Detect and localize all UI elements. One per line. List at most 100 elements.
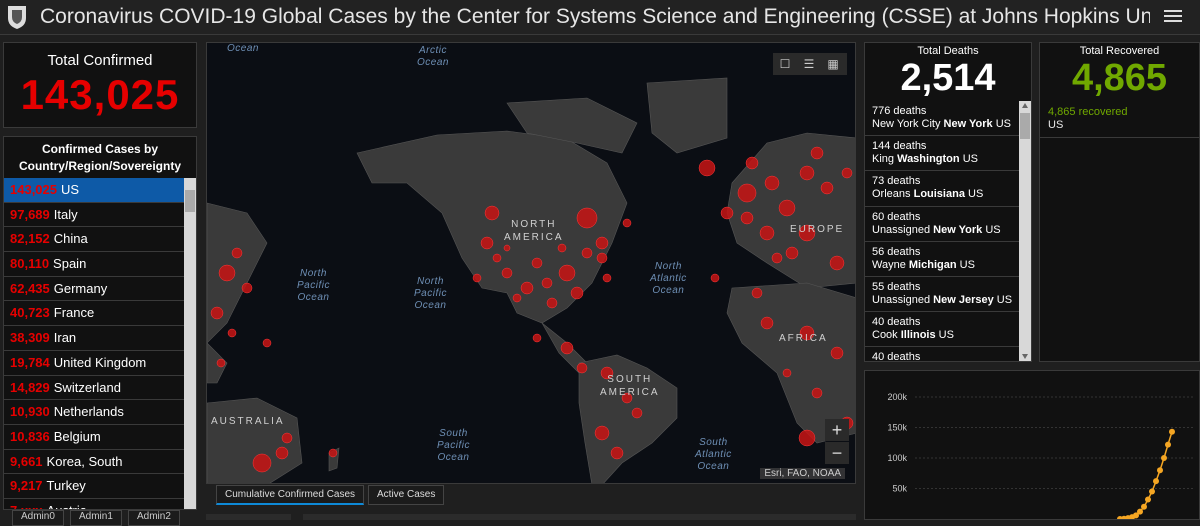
case-bubble[interactable] bbox=[610, 446, 624, 460]
case-bubble[interactable] bbox=[218, 264, 236, 282]
case-bubble[interactable] bbox=[541, 277, 553, 289]
case-bubble[interactable] bbox=[532, 333, 542, 343]
world-map[interactable]: ☐ ☰ ▦ Ocean Arctic Ocean North Pacific Ocean… bbox=[206, 42, 856, 484]
country-list-item[interactable]: 40,723 France bbox=[4, 301, 186, 327]
case-bubble[interactable] bbox=[557, 243, 567, 253]
country-list-item[interactable]: 9,661 Korea, South bbox=[4, 450, 186, 475]
chart-point[interactable] bbox=[1153, 478, 1159, 485]
case-bubble[interactable] bbox=[231, 247, 243, 259]
case-bubble[interactable] bbox=[771, 252, 783, 264]
case-bubble[interactable] bbox=[581, 247, 593, 259]
case-bubble[interactable] bbox=[210, 306, 224, 320]
country-list-item[interactable]: 7,xxx Austria bbox=[4, 499, 186, 509]
list-icon[interactable]: ☰ bbox=[797, 53, 821, 75]
case-bubble[interactable] bbox=[520, 281, 534, 295]
case-bubble[interactable] bbox=[570, 286, 584, 300]
case-bubble[interactable] bbox=[751, 287, 763, 299]
case-bubble[interactable] bbox=[595, 236, 609, 250]
case-bubble[interactable] bbox=[576, 207, 598, 229]
case-bubble[interactable] bbox=[622, 218, 632, 228]
case-bubble[interactable] bbox=[252, 453, 272, 473]
case-bubble[interactable] bbox=[560, 341, 574, 355]
map-canvas[interactable] bbox=[207, 43, 856, 484]
country-list-item[interactable]: 62,435 Germany bbox=[4, 277, 186, 302]
case-bubble[interactable] bbox=[841, 167, 853, 179]
case-bubble[interactable] bbox=[782, 368, 792, 378]
case-bubble[interactable] bbox=[740, 211, 754, 225]
chart-point[interactable] bbox=[1165, 441, 1171, 448]
tab-admin1[interactable]: Admin1 bbox=[70, 510, 122, 526]
case-bubble[interactable] bbox=[778, 199, 796, 217]
case-bubble[interactable] bbox=[558, 264, 576, 282]
case-bubble[interactable] bbox=[720, 206, 734, 220]
deaths-list-item[interactable]: 40 deaths Cook Illinois US bbox=[865, 312, 1019, 348]
zoom-in-button[interactable]: + bbox=[825, 419, 849, 441]
chart-point[interactable] bbox=[1157, 467, 1163, 474]
case-bubble[interactable] bbox=[480, 236, 494, 250]
tab-admin2[interactable]: Admin2 bbox=[128, 510, 180, 526]
chart-point[interactable] bbox=[1169, 428, 1175, 435]
case-bubble[interactable] bbox=[798, 429, 816, 447]
case-bubble[interactable] bbox=[262, 338, 272, 348]
case-bubble[interactable] bbox=[810, 146, 824, 160]
country-list-item[interactable]: 10,930 Netherlands bbox=[4, 400, 186, 425]
case-bubble[interactable] bbox=[227, 328, 237, 338]
deaths-list-item[interactable]: 776 deaths New York City New York US bbox=[865, 101, 1019, 137]
case-bubble[interactable] bbox=[710, 273, 720, 283]
country-list-item[interactable]: 80,110 Spain bbox=[4, 252, 186, 277]
case-bubble[interactable] bbox=[531, 257, 543, 269]
case-bubble[interactable] bbox=[759, 225, 775, 241]
country-list-item[interactable]: 10,836 Belgium bbox=[4, 425, 186, 450]
country-list-item[interactable]: 97,689 Italy bbox=[4, 203, 186, 228]
qr-icon[interactable]: ▦ bbox=[821, 53, 845, 75]
country-list-item[interactable]: 82,152 China bbox=[4, 227, 186, 253]
case-bubble[interactable] bbox=[745, 156, 759, 170]
case-bubble[interactable] bbox=[737, 183, 757, 203]
country-list-item[interactable]: 143,025 US bbox=[4, 178, 186, 203]
deaths-list-scrollbar[interactable] bbox=[1019, 101, 1031, 361]
case-bubble[interactable] bbox=[546, 297, 558, 309]
case-bubble[interactable] bbox=[501, 267, 513, 279]
country-list-item[interactable]: 9,217 Turkey bbox=[4, 474, 186, 499]
case-bubble[interactable] bbox=[216, 358, 226, 368]
case-bubble[interactable] bbox=[241, 282, 253, 294]
country-list-scrollbar[interactable] bbox=[184, 178, 196, 509]
case-bubble[interactable] bbox=[492, 253, 502, 263]
chart-point[interactable] bbox=[1145, 496, 1151, 503]
case-bubble[interactable] bbox=[799, 165, 815, 181]
case-bubble[interactable] bbox=[820, 181, 834, 195]
deaths-list-item[interactable]: 55 deaths Unassigned New Jersey US bbox=[865, 277, 1019, 313]
chart-point[interactable] bbox=[1149, 488, 1155, 495]
case-bubble[interactable] bbox=[576, 362, 588, 374]
tab-active-cases[interactable]: Active Cases bbox=[368, 485, 445, 505]
deaths-list-item[interactable]: 144 deaths King Washington US bbox=[865, 136, 1019, 172]
case-bubble[interactable] bbox=[830, 346, 844, 360]
case-bubble[interactable] bbox=[596, 252, 608, 264]
case-bubble[interactable] bbox=[760, 316, 774, 330]
recovered-list-item[interactable]: 4,865 recovered US bbox=[1040, 101, 1200, 138]
deaths-list-item[interactable]: 40 deaths bbox=[865, 347, 1019, 363]
zoom-out-button[interactable]: − bbox=[825, 442, 849, 464]
chart-point[interactable] bbox=[1161, 455, 1167, 461]
deaths-list-item[interactable]: 73 deaths Orleans Louisiana US bbox=[865, 171, 1019, 207]
case-bubble[interactable] bbox=[785, 246, 799, 260]
chart-point[interactable] bbox=[1137, 508, 1143, 515]
tab-cumulative-confirmed[interactable]: Cumulative Confirmed Cases bbox=[216, 485, 365, 505]
deaths-list-item[interactable]: 56 deaths Wayne Michigan US bbox=[865, 242, 1019, 277]
country-list-item[interactable]: 14,829 Switzerland bbox=[4, 376, 186, 401]
case-bubble[interactable] bbox=[275, 446, 289, 460]
case-bubble[interactable] bbox=[829, 255, 845, 271]
chart-point[interactable] bbox=[1141, 503, 1147, 510]
country-list-item[interactable]: 19,784 United Kingdom bbox=[4, 351, 186, 376]
case-bubble[interactable] bbox=[472, 273, 482, 283]
case-bubble[interactable] bbox=[602, 273, 612, 283]
bookmark-icon[interactable]: ☐ bbox=[773, 53, 797, 75]
case-bubble[interactable] bbox=[698, 159, 716, 177]
case-bubble[interactable] bbox=[811, 387, 823, 399]
case-bubble[interactable] bbox=[503, 244, 511, 252]
deaths-list-item[interactable]: 60 deaths Unassigned New York US bbox=[865, 207, 1019, 242]
tab-admin0[interactable]: Admin0 bbox=[12, 510, 64, 526]
country-list-item[interactable]: 38,309 Iran bbox=[4, 326, 186, 351]
case-bubble[interactable] bbox=[484, 205, 500, 221]
case-bubble[interactable] bbox=[631, 407, 643, 419]
